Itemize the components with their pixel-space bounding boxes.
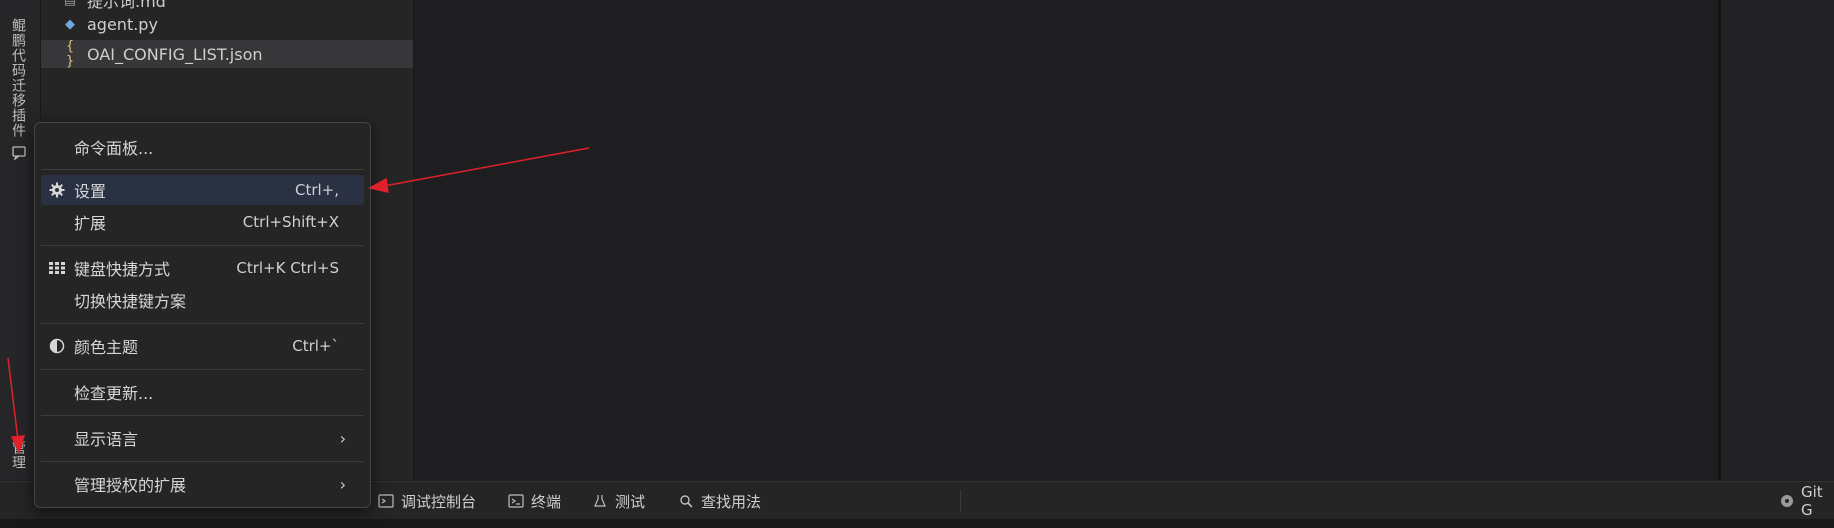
menu-separator [41,245,364,246]
menu-item-extensions[interactable]: 扩展 Ctrl+Shift+X [41,207,364,237]
menu-item-settings[interactable]: 设置 Ctrl+, [41,175,364,205]
menu-item-label: 管理授权的扩展 [74,476,187,495]
tab-label: 查找用法 [701,492,762,511]
menu-item-manage-trusted-extensions[interactable]: 管理授权的扩展 › [41,469,364,499]
menu-shortcut: Ctrl+, [294,181,339,199]
menu-item-display-language[interactable]: 显示语言 › [41,423,364,453]
tab-debug-console[interactable]: 调试控制台 [378,482,476,520]
chevron-right-icon: › [339,428,346,448]
manage-tab[interactable]: 管理 [8,440,28,470]
tab-label: 终端 [531,492,562,511]
file-name: OAI_CONFIG_LIST.json [87,44,263,64]
status-bar [0,519,1834,528]
menu-item-label: 显示语言 [74,430,139,449]
gear-icon [48,181,66,199]
right-side-panel [1721,0,1834,480]
tab-find-usages[interactable]: 查找用法 [678,482,761,520]
json-file-icon: { } [66,39,74,69]
menu-separator [41,369,364,370]
tab-label: 测试 [615,492,646,511]
tab-testing[interactable]: 测试 [592,482,645,520]
keyboard-icon [48,259,66,277]
menu-item-label: 切换快捷键方案 [74,292,187,311]
menu-item-label: 键盘快捷方式 [74,260,171,279]
menu-separator [41,461,364,462]
terminal-icon [508,494,524,508]
markdown-icon: ▤ [63,0,77,8]
menu-shortcut: Ctrl+Shift+X [242,213,339,231]
menu-item-keyboard-shortcuts[interactable]: 键盘快捷方式 Ctrl+K Ctrl+S [41,253,364,283]
menu-shortcut: Ctrl+K Ctrl+S [236,259,339,277]
menu-separator [41,169,364,170]
menu-item-keymaps[interactable]: 切换快捷键方案 [41,285,364,315]
menu-item-command-palette[interactable]: 命令面板... [41,132,364,162]
chevron-right-icon: › [339,474,346,494]
menu-item-label: 颜色主题 [74,338,139,357]
menu-item-label: 检查更新... [74,384,154,403]
panel-separator [960,490,961,512]
menu-item-color-theme[interactable]: 颜色主题 Ctrl+` [41,331,364,361]
menu-shortcut: Ctrl+` [292,337,339,355]
git-label: Git G [1801,483,1823,519]
git-icon [1780,494,1794,508]
menu-item-check-updates[interactable]: 检查更新... [41,377,364,407]
search-icon [678,494,694,508]
file-row-selected[interactable]: { } OAI_CONFIG_LIST.json [41,39,413,69]
python-file-icon: ◆ [65,16,75,32]
menu-separator [41,415,364,416]
manage-context-menu: 命令面板... 设置 Ctrl+, 扩展 Ctrl+Shift+X 键盘快捷方式… [34,122,371,508]
beaker-icon [592,494,608,508]
file-row[interactable]: ◆ agent.py [41,10,413,38]
plugin-tab[interactable]: 鲲鹏代码迁移插件 [8,18,28,138]
plugin-icon[interactable] [12,146,26,160]
menu-separator [41,323,364,324]
file-name: agent.py [87,14,158,34]
tab-terminal[interactable]: 终端 [508,482,561,520]
debug-console-icon [378,494,394,508]
tab-label: 调试控制台 [401,492,477,511]
menu-item-label: 设置 [74,182,107,201]
menu-item-label: 命令面板... [74,139,154,158]
menu-item-label: 扩展 [74,214,107,233]
contrast-icon [48,337,66,355]
git-status[interactable]: Git G [1780,482,1834,520]
